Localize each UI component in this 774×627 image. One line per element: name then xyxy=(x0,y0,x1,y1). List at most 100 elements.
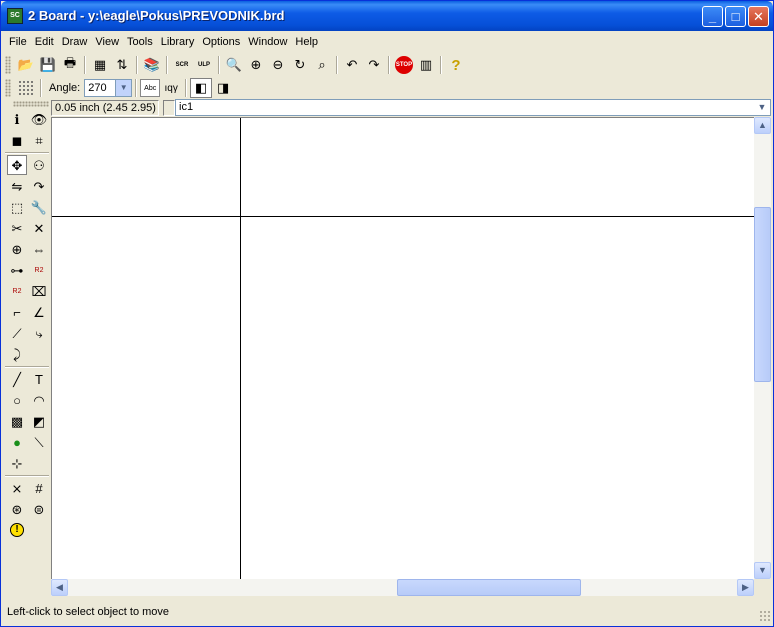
maximize-button[interactable]: □ xyxy=(725,6,746,27)
rotate-icon[interactable]: ↷ xyxy=(29,176,49,196)
close-button[interactable]: ✕ xyxy=(748,6,769,27)
menu-tools[interactable]: Tools xyxy=(123,36,157,48)
menu-options[interactable]: Options xyxy=(198,36,244,48)
route-icon[interactable]: ⤷ xyxy=(29,323,49,343)
scroll-left-button[interactable]: ◀ xyxy=(51,579,68,596)
display-layers-icon[interactable]: ◼ xyxy=(7,130,27,150)
minimize-button[interactable]: _ xyxy=(702,6,723,27)
toolbar-separator xyxy=(166,56,168,74)
layout-right-icon[interactable]: ◨ xyxy=(212,78,234,98)
angle-select[interactable]: 270 ▼ xyxy=(84,79,133,97)
menu-draw[interactable]: Draw xyxy=(58,36,92,48)
scroll-down-button[interactable]: ▼ xyxy=(754,562,771,579)
library-icon[interactable]: 📚 xyxy=(141,55,163,75)
toolbox-separator xyxy=(5,475,49,477)
zoom-fit-icon[interactable]: 🔍 xyxy=(223,55,245,75)
circle-icon[interactable]: ○ xyxy=(7,390,27,410)
menu-file[interactable]: File xyxy=(5,36,31,48)
toolbox-grip[interactable] xyxy=(13,101,49,107)
horizontal-scroll-thumb[interactable] xyxy=(397,579,581,596)
errors-icon[interactable]: ⊜ xyxy=(29,499,49,519)
delete-icon[interactable]: ✕ xyxy=(29,218,49,238)
vertical-scroll-thumb[interactable] xyxy=(754,207,771,382)
vertical-scrollbar[interactable]: ▲ ▼ xyxy=(754,117,771,579)
menu-view[interactable]: View xyxy=(91,36,123,48)
info-icon[interactable]: ℹ xyxy=(7,109,27,129)
resize-grip[interactable] xyxy=(759,610,771,622)
toolbar-grip[interactable] xyxy=(5,79,11,97)
horizontal-scrollbar[interactable]: ◀ ▶ xyxy=(51,579,754,596)
cam-processor-icon[interactable]: ▦ xyxy=(89,55,111,75)
group-icon[interactable]: ⬚ xyxy=(7,197,27,217)
add-icon[interactable]: ⊕ xyxy=(7,239,27,259)
redraw-icon[interactable]: ↻ xyxy=(289,55,311,75)
auto-router-icon[interactable]: # xyxy=(29,478,49,498)
show-icon[interactable]: 👁 xyxy=(29,109,49,129)
spin-text-icon[interactable]: ıqγ xyxy=(160,78,182,98)
ripup-icon[interactable]: ⤸ xyxy=(7,344,27,364)
zoom-out-icon[interactable]: ⊖ xyxy=(267,55,289,75)
script-icon[interactable]: SCR xyxy=(171,55,193,75)
grid-icon[interactable] xyxy=(15,78,37,98)
value-icon[interactable]: R2 xyxy=(7,281,27,301)
help-icon[interactable]: ? xyxy=(445,55,467,75)
menu-window[interactable]: Window xyxy=(244,36,291,48)
warning-icon[interactable]: ! xyxy=(10,523,24,537)
chevron-down-icon[interactable]: ▼ xyxy=(115,80,132,96)
text-icon[interactable]: T xyxy=(29,369,49,389)
menu-edit[interactable]: Edit xyxy=(31,36,58,48)
title-bar[interactable]: SC 2 Board - y:\eagle\Pokus\PREVODNIK.br… xyxy=(1,1,773,31)
command-toolbox: ℹ 👁 ◼ ⌗ ✥ ⚇ ⇋ ↷ ⬚ 🔧 ✂ ✕ ⊕ ⇔ ⊶ R2 R2 ⌧ ⌐ ∠ ⟋ ⤷ ⤸ ╱ T ○ ◠ ▩ ◩ ● ⟍ ⊹ ⨯ # ⊛ ⊜! xyxy=(1,99,51,589)
app-icon[interactable]: SC xyxy=(7,8,23,24)
switch-to-schematic-icon[interactable]: ⇅ xyxy=(111,55,133,75)
scroll-up-button[interactable]: ▲ xyxy=(754,117,771,134)
scroll-right-button[interactable]: ▶ xyxy=(737,579,754,596)
name-icon[interactable]: R2 xyxy=(29,260,49,280)
undo-icon[interactable]: ↶ xyxy=(341,55,363,75)
menu-library[interactable]: Library xyxy=(157,36,199,48)
hole-icon[interactable]: ⊹ xyxy=(7,453,27,473)
copy-icon[interactable]: ⚇ xyxy=(29,155,49,175)
chevron-down-icon[interactable]: ▼ xyxy=(755,101,769,114)
save-icon[interactable]: 💾 xyxy=(37,55,59,75)
command-row: 0.05 inch (2.45 2.95) ic1 ▼ xyxy=(1,99,773,117)
paste-icon[interactable]: ✂ xyxy=(7,218,27,238)
crosshair-horizontal xyxy=(52,216,754,217)
rect-icon[interactable]: ▩ xyxy=(7,411,27,431)
go-icon[interactable]: ▥ xyxy=(415,55,437,75)
layout-left-icon[interactable]: ◧ xyxy=(190,78,213,98)
board-canvas[interactable] xyxy=(51,117,754,579)
command-input[interactable]: ic1 ▼ xyxy=(175,99,771,116)
arc-icon[interactable]: ◠ xyxy=(29,390,49,410)
lock-icon[interactable]: ⊶ xyxy=(7,260,27,280)
open-icon[interactable]: 📂 xyxy=(15,55,37,75)
split-icon[interactable]: ∠ xyxy=(29,302,49,322)
zoom-select-icon[interactable]: ⌕ xyxy=(311,55,333,75)
print-icon[interactable]: 🖶 xyxy=(59,55,81,75)
mark-icon[interactable]: ⌗ xyxy=(29,130,49,150)
smash-icon[interactable]: ⌧ xyxy=(29,281,49,301)
replace-icon[interactable]: ⇔ xyxy=(29,239,49,259)
toolbar-grip[interactable] xyxy=(5,56,11,74)
erc-drc-icon[interactable]: ⊛ xyxy=(7,499,27,519)
toolbar-separator xyxy=(185,79,188,97)
move-icon[interactable]: ✥ xyxy=(7,155,27,175)
menu-help[interactable]: Help xyxy=(291,36,322,48)
polygon-icon[interactable]: ◩ xyxy=(29,411,49,431)
change-icon[interactable]: 🔧 xyxy=(29,197,49,217)
ratsnest-icon[interactable]: ⨯ xyxy=(7,478,27,498)
main-toolbar: 📂 💾 🖶 ▦ ⇅ 📚 SCR ULP 🔍 ⊕ ⊖ ↻ ⌕ ↶ ↷ STOP ▥? xyxy=(1,53,773,77)
redo-icon[interactable]: ↷ xyxy=(363,55,385,75)
mirror-text-icon[interactable]: Abc xyxy=(140,79,161,97)
toolbar-separator xyxy=(440,56,442,74)
signal-icon[interactable]: ⟍ xyxy=(29,432,49,452)
mirror-icon[interactable]: ⇋ xyxy=(7,176,27,196)
wire-icon[interactable]: ╱ xyxy=(7,369,27,389)
command-text: ic1 xyxy=(179,101,194,113)
via-icon[interactable]: ● xyxy=(7,432,27,452)
miter-icon[interactable]: ⌐ xyxy=(7,302,27,322)
zoom-in-icon[interactable]: ⊕ xyxy=(245,55,267,75)
stop-icon[interactable]: STOP xyxy=(395,56,413,74)
ulp-icon[interactable]: ULP xyxy=(193,55,215,75)
optimize-icon[interactable]: ⟋ xyxy=(7,323,27,343)
